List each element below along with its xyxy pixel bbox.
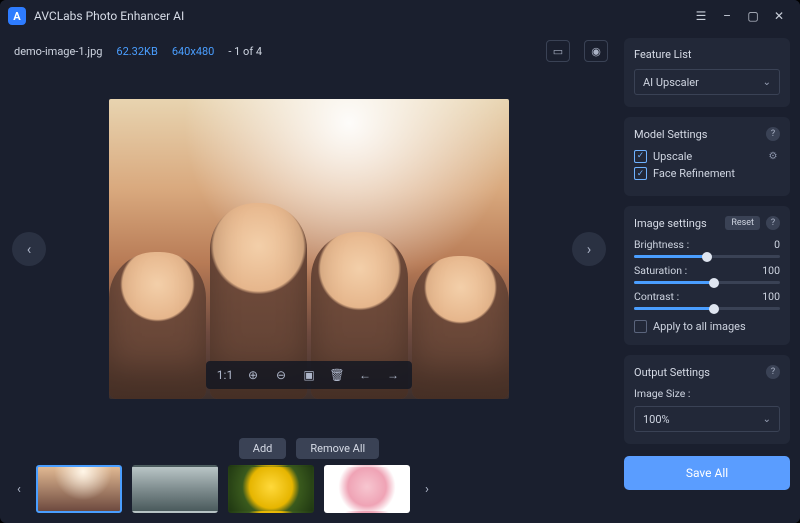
image-size-value: 100% — [643, 413, 670, 426]
right-sidebar: Feature List AI Upscaler ⌄ Model Setting… — [618, 32, 800, 523]
feature-select-value: AI Upscaler — [643, 76, 699, 89]
help-icon[interactable]: ? — [766, 127, 780, 141]
upscale-label: Upscale — [653, 150, 692, 163]
contrast-value: 100 — [762, 290, 780, 303]
help-icon[interactable]: ? — [766, 365, 780, 379]
image-filesize: 62.32KB — [116, 45, 157, 58]
face-refinement-label: Face Refinement — [653, 167, 735, 180]
history-next-icon[interactable]: → — [380, 363, 406, 387]
thumbnail-4[interactable] — [324, 465, 410, 513]
thumbnail-strip: ‹ › — [10, 465, 608, 515]
zoom-in-icon[interactable]: ⊕ — [240, 363, 266, 387]
brightness-label: Brightness : — [634, 238, 689, 251]
image-size-label: Image Size : — [634, 387, 780, 400]
crop-icon[interactable]: ▭ — [546, 40, 570, 62]
maximize-button[interactable]: ▢ — [740, 4, 766, 28]
output-settings-title: Output Settings — [634, 366, 760, 379]
image-filename: demo-image-1.jpg — [14, 45, 102, 58]
image-settings-panel: Image settings Reset ? Brightness : 0 — [624, 206, 790, 345]
add-remove-row: Add Remove All — [10, 430, 608, 465]
contrast-label: Contrast : — [634, 290, 679, 303]
add-button[interactable]: Add — [239, 438, 287, 459]
saturation-slider[interactable] — [634, 281, 780, 284]
reset-button[interactable]: Reset — [725, 216, 760, 230]
contrast-slider[interactable] — [634, 307, 780, 310]
main-column: demo-image-1.jpg 62.32KB 640x480 - 1 of … — [0, 32, 618, 523]
image-counter: - 1 of 4 — [228, 45, 262, 58]
prev-image-button[interactable]: ‹ — [12, 232, 46, 266]
app-window: A AVCLabs Photo Enhancer AI ☰ – ▢ ✕ demo… — [0, 0, 800, 523]
output-settings-panel: Output Settings ? Image Size : 100% ⌄ — [624, 355, 790, 444]
image-dimensions: 640x480 — [172, 45, 215, 58]
thumbnail-2[interactable] — [132, 465, 218, 513]
image-settings-title: Image settings — [634, 217, 719, 230]
thumbnail-3[interactable] — [228, 465, 314, 513]
delete-icon[interactable]: 🗑 — [324, 363, 350, 387]
saturation-label: Saturation : — [634, 264, 687, 277]
feature-select[interactable]: AI Upscaler ⌄ — [634, 69, 780, 95]
history-prev-icon[interactable]: ← — [352, 363, 378, 387]
titlebar: A AVCLabs Photo Enhancer AI ☰ – ▢ ✕ — [0, 0, 800, 32]
apply-all-row[interactable]: Apply to all images — [634, 320, 780, 333]
body-row: demo-image-1.jpg 62.32KB 640x480 - 1 of … — [0, 32, 800, 523]
upscale-checkbox-row[interactable]: ✓ Upscale ⚙ — [634, 149, 780, 163]
saturation-row: Saturation : 100 — [634, 264, 780, 284]
thumbs-prev-icon[interactable]: ‹ — [10, 482, 28, 497]
app-title: AVCLabs Photo Enhancer AI — [34, 9, 688, 23]
save-all-button[interactable]: Save All — [624, 456, 790, 490]
brightness-value: 0 — [774, 238, 780, 251]
contrast-row: Contrast : 100 — [634, 290, 780, 310]
fit-icon[interactable]: ▣ — [296, 363, 322, 387]
preview-area: ‹ 1:1 ⊕ ⊖ ▣ 🗑 ← → › — [10, 68, 608, 430]
image-info-row: demo-image-1.jpg 62.32KB 640x480 - 1 of … — [10, 38, 608, 68]
minimize-button[interactable]: – — [714, 4, 740, 28]
apply-all-checkbox[interactable] — [634, 320, 647, 333]
image-size-select[interactable]: 100% ⌄ — [634, 406, 780, 432]
thumbs-list — [36, 465, 410, 513]
saturation-value: 100 — [762, 264, 780, 277]
next-image-button[interactable]: › — [572, 232, 606, 266]
apply-all-label: Apply to all images — [653, 320, 746, 333]
feature-list-panel: Feature List AI Upscaler ⌄ — [624, 38, 790, 107]
model-settings-panel: Model Settings ? ✓ Upscale ⚙ ✓ Face Refi… — [624, 117, 790, 196]
menu-icon[interactable]: ☰ — [688, 4, 714, 28]
preview-image[interactable]: 1:1 ⊕ ⊖ ▣ 🗑 ← → — [109, 99, 509, 399]
chevron-down-icon: ⌄ — [763, 77, 771, 88]
brightness-slider[interactable] — [634, 255, 780, 258]
zoom-1to1-button[interactable]: 1:1 — [212, 363, 238, 387]
help-icon[interactable]: ? — [766, 216, 780, 230]
feature-list-title: Feature List — [634, 48, 780, 61]
preview-toolbar: 1:1 ⊕ ⊖ ▣ 🗑 ← → — [206, 361, 412, 389]
face-refinement-checkbox[interactable]: ✓ — [634, 167, 647, 180]
close-button[interactable]: ✕ — [766, 4, 792, 28]
thumbnail-1[interactable] — [36, 465, 122, 513]
remove-all-button[interactable]: Remove All — [296, 438, 379, 459]
thumbs-next-icon[interactable]: › — [418, 482, 436, 497]
chevron-down-icon: ⌄ — [763, 414, 771, 425]
face-refinement-checkbox-row[interactable]: ✓ Face Refinement — [634, 167, 780, 180]
model-settings-title: Model Settings — [634, 128, 760, 141]
preview-eye-icon[interactable]: ◉ — [584, 40, 608, 62]
app-logo-icon: A — [8, 7, 26, 25]
gear-icon[interactable]: ⚙ — [766, 149, 780, 163]
brightness-row: Brightness : 0 — [634, 238, 780, 258]
zoom-out-icon[interactable]: ⊖ — [268, 363, 294, 387]
upscale-checkbox[interactable]: ✓ — [634, 150, 647, 163]
